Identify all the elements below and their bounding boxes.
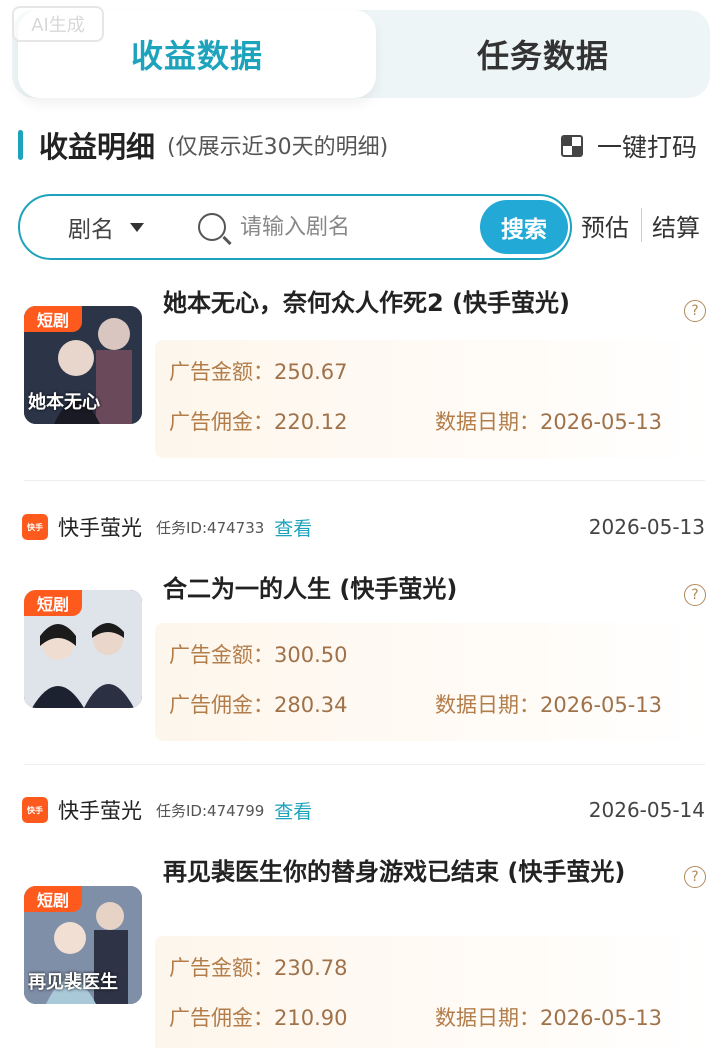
- divider: [24, 764, 705, 765]
- help-icon[interactable]: ?: [684, 866, 706, 888]
- drama-title: 再见裴医生你的替身游戏已结束 (快手萤光): [163, 858, 626, 886]
- drama-name-select[interactable]: 剧名: [68, 210, 144, 244]
- ad-commission-value: 210.90: [274, 1006, 348, 1030]
- task-meta-row: 快手 快手萤光 任务ID:474733 查看 2026-05-13: [22, 512, 705, 542]
- ad-commission: 广告佣金：220.12: [169, 406, 347, 436]
- kuaishou-logo-icon: 快手: [22, 797, 48, 823]
- drama-poster[interactable]: 短剧: [24, 590, 142, 708]
- ad-commission-label: 广告佣金：: [169, 410, 274, 434]
- task-meta-row: 快手 快手萤光 任务ID:474799 查看 2026-05-14: [22, 795, 705, 825]
- section-header: 收益明细 (仅展示近30天的明细) 一键打码: [18, 122, 697, 168]
- help-icon[interactable]: ?: [684, 300, 706, 322]
- drama-select-label: 剧名: [68, 217, 114, 243]
- data-date-label: 数据日期：: [435, 693, 540, 717]
- ad-amount: 广告金额：230.78: [169, 952, 347, 982]
- earnings-stats: 广告金额：250.67 广告佣金：220.12 数据日期：2026-05-13: [155, 340, 705, 458]
- settlement-toggle[interactable]: 结算: [652, 208, 700, 243]
- earnings-stats: 广告金额：300.50 广告佣金：280.34 数据日期：2026-05-13: [155, 623, 705, 741]
- view-link[interactable]: 查看: [274, 514, 312, 541]
- search-box: 剧名 搜索: [18, 194, 572, 260]
- drama-poster[interactable]: 短剧 她本无心: [24, 306, 142, 424]
- ad-amount-value: 230.78: [274, 956, 348, 980]
- data-date-label: 数据日期：: [435, 410, 540, 434]
- ad-commission: 广告佣金：210.90: [169, 1002, 347, 1032]
- search-row: 剧名 搜索 预估 结算: [18, 194, 710, 260]
- caret-down-icon: [130, 222, 144, 232]
- ad-amount: 广告金额：250.67: [169, 356, 347, 386]
- ad-amount: 广告金额：300.50: [169, 639, 347, 669]
- ad-amount-label: 广告金额：: [169, 360, 274, 384]
- mosaic-icon: [560, 135, 583, 157]
- drama-title: 她本无心，奈何众人作死2 (快手萤光): [163, 289, 570, 317]
- ad-amount-label: 广告金额：: [169, 956, 274, 980]
- estimate-toggle[interactable]: 预估: [581, 208, 629, 243]
- platform-name: 快手萤光: [58, 516, 142, 540]
- data-date: 数据日期：2026-05-13: [435, 689, 662, 719]
- earnings-stats: 广告金额：230.78 广告佣金：210.90 数据日期：2026-05-13: [155, 936, 705, 1048]
- drama-title: 合二为一的人生 (快手萤光): [163, 575, 458, 603]
- poster-caption: 她本无心: [28, 392, 100, 413]
- one-click-mosaic-button[interactable]: 一键打码: [560, 128, 697, 164]
- ad-commission: 广告佣金：280.34: [169, 689, 347, 719]
- ad-commission-label: 广告佣金：: [169, 693, 274, 717]
- data-date: 数据日期：2026-05-13: [435, 1002, 662, 1032]
- kuaishou-logo-icon: 快手: [22, 514, 48, 540]
- section-subtitle: (仅展示近30天的明细): [167, 135, 389, 160]
- short-drama-tag: 短剧: [24, 590, 82, 616]
- platform-name: 快手萤光: [58, 799, 142, 823]
- ad-amount-label: 广告金额：: [169, 643, 274, 667]
- ad-commission-value: 220.12: [274, 410, 348, 434]
- divider: [24, 480, 705, 481]
- task-id: 任务ID:474733: [156, 518, 265, 537]
- ad-commission-label: 广告佣金：: [169, 1006, 274, 1030]
- section-title: 收益明细: [39, 130, 156, 164]
- view-link[interactable]: 查看: [274, 797, 312, 824]
- drama-poster[interactable]: 短剧 再见裴医生: [24, 886, 142, 1004]
- data-date-value: 2026-05-13: [540, 410, 663, 434]
- search-icon: [198, 213, 226, 241]
- short-drama-tag: 短剧: [24, 306, 82, 332]
- search-button[interactable]: 搜索: [480, 200, 568, 254]
- task-date: 2026-05-13: [588, 515, 705, 539]
- task-date: 2026-05-14: [588, 798, 705, 822]
- toggle-divider: [641, 208, 642, 242]
- ad-amount-value: 250.67: [274, 360, 348, 384]
- mosaic-label: 一键打码: [596, 133, 697, 162]
- tab-bar: 收益数据 任务数据: [12, 10, 710, 98]
- help-icon[interactable]: ?: [684, 584, 706, 606]
- tab-task-data[interactable]: 任务数据: [376, 10, 710, 98]
- ad-commission-value: 280.34: [274, 693, 348, 717]
- ai-generated-badge: AI生成: [12, 6, 104, 42]
- data-date-value: 2026-05-13: [540, 693, 663, 717]
- ad-amount-value: 300.50: [274, 643, 348, 667]
- task-id: 任务ID:474799: [156, 801, 265, 820]
- search-input[interactable]: [240, 214, 470, 240]
- section-accent-bar: [18, 130, 23, 160]
- data-date-value: 2026-05-13: [540, 1006, 663, 1030]
- data-date-label: 数据日期：: [435, 1006, 540, 1030]
- short-drama-tag: 短剧: [24, 886, 82, 912]
- poster-caption: 再见裴医生: [28, 972, 118, 993]
- data-date: 数据日期：2026-05-13: [435, 406, 662, 436]
